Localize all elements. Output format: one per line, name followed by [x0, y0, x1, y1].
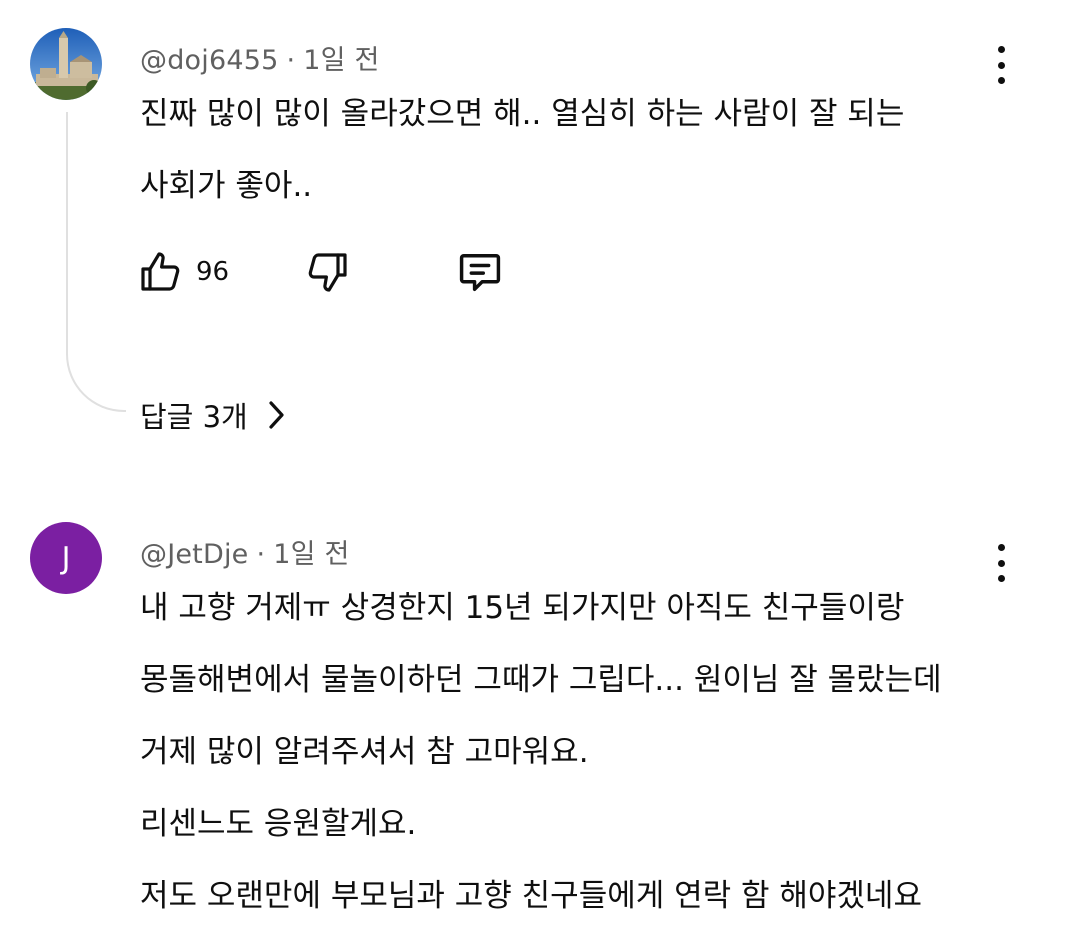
- comment-text: 진짜 많이 많이 올라갔으면 해.. 열심히 하는 사람이 잘 되는 사회가 좋…: [140, 78, 904, 222]
- comment-author[interactable]: @JetDje: [140, 539, 248, 570]
- chevron-right-icon: [269, 401, 284, 429]
- more-options-button[interactable]: [986, 542, 1016, 586]
- like-count: 96: [196, 257, 230, 287]
- comment-actions: 96: [136, 244, 536, 300]
- avatar[interactable]: J: [30, 522, 102, 594]
- comment-header: @JetDje · 1일 전: [140, 532, 350, 571]
- comment-text-line: 내 고향 거제ㅠ 상경한지 15년 되가지만 아직도 친구들이랑: [140, 590, 905, 626]
- comment-text-line: 사회가 좋아..: [140, 168, 313, 204]
- comment-author[interactable]: @doj6455: [140, 45, 278, 76]
- comment-text: 내 고향 거제ㅠ 상경한지 15년 되가지만 아직도 친구들이랑 몽돌해변에서 …: [140, 572, 942, 932]
- comment-item: @doj6455 · 1일 전 진짜 많이 많이 올라갔으면 해.. 열심히 하는 …: [0, 0, 1070, 470]
- thread-connector: [66, 112, 126, 412]
- more-vertical-icon: [997, 46, 1005, 84]
- comment-time: 1일 전: [303, 45, 380, 76]
- comment-text-line: 저도 오랜만에 부모님과 고향 친구들에게 연락 함 해야겠네요: [140, 878, 922, 914]
- more-options-button[interactable]: [986, 44, 1016, 88]
- comment-time: 1일 전: [273, 539, 350, 570]
- view-replies-button[interactable]: 답글 3개: [140, 388, 288, 442]
- comment-text-line: 몽돌해변에서 물놀이하던 그때가 그립다... 원이님 잘 몰랐는데: [140, 662, 942, 698]
- comment-text-line: 리센느도 응원할게요.: [140, 806, 417, 842]
- avatar-letter: J: [61, 540, 71, 576]
- comment-header: @doj6455 · 1일 전: [140, 38, 380, 77]
- avatar-image: [30, 28, 102, 100]
- dislike-button[interactable]: [304, 244, 352, 300]
- header-separator: ·: [286, 45, 296, 76]
- more-vertical-icon: [997, 544, 1005, 582]
- replies-label: 답글 3개: [140, 400, 248, 434]
- comment-icon: [459, 254, 501, 292]
- thumbs-up-icon: [141, 252, 180, 291]
- thumbs-down-icon: [308, 253, 347, 292]
- reply-button[interactable]: [454, 244, 506, 300]
- comment-text-line: 거제 많이 알려주셔서 참 고마워요.: [140, 734, 589, 770]
- comment-item: J @JetDje · 1일 전 내 고향 거제ㅠ 상경한지 15년 되가지만 아직…: [0, 500, 1070, 914]
- like-button[interactable]: 96: [136, 244, 229, 300]
- avatar[interactable]: [30, 28, 102, 100]
- comment-text-line: 진짜 많이 많이 올라갔으면 해.. 열심히 하는 사람이 잘 되는: [140, 96, 905, 132]
- header-separator: ·: [256, 539, 266, 570]
